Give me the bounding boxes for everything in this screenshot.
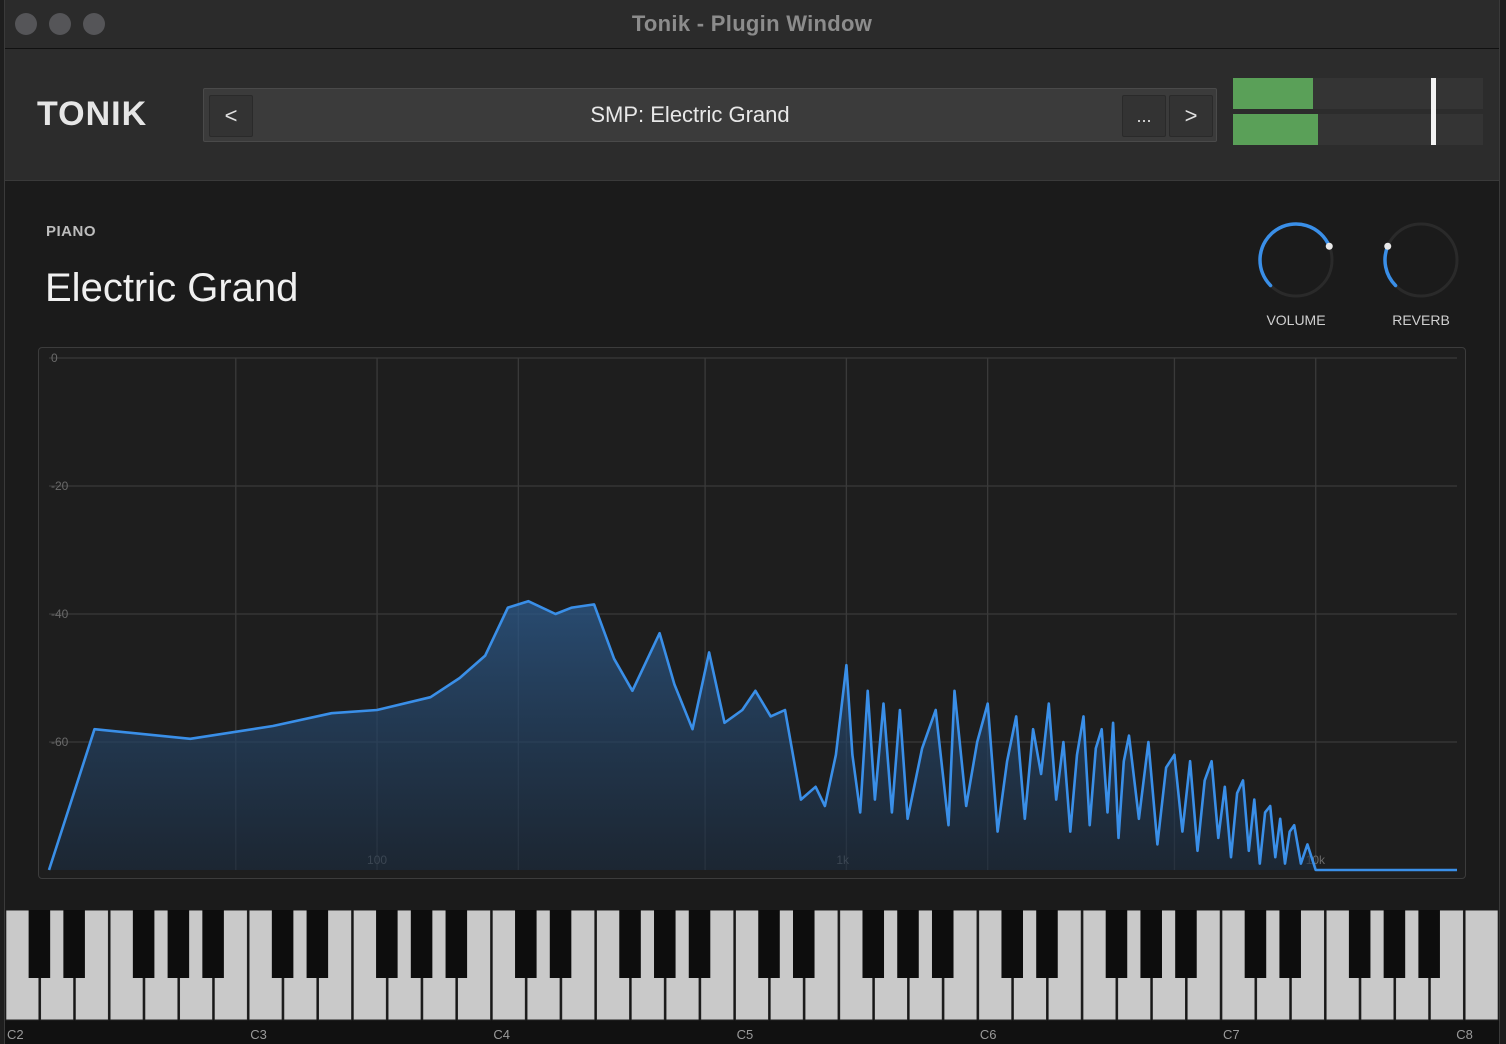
- black-key[interactable]: [654, 910, 676, 978]
- black-key[interactable]: [306, 910, 329, 978]
- black-key[interactable]: [792, 910, 815, 978]
- volume-knob[interactable]: [1254, 218, 1338, 302]
- black-key[interactable]: [1140, 910, 1162, 978]
- instrument-category: PIANO: [46, 223, 97, 240]
- titlebar: Tonik - Plugin Window: [5, 0, 1499, 49]
- black-key[interactable]: [1001, 910, 1024, 978]
- black-key[interactable]: [549, 910, 572, 978]
- black-key[interactable]: [862, 910, 885, 978]
- instrument-name: Electric Grand: [45, 266, 299, 310]
- black-key[interactable]: [410, 910, 433, 978]
- output-level-meter: [1233, 78, 1483, 146]
- right-meter-fill: [1233, 114, 1318, 145]
- octave-label: C5: [737, 1027, 754, 1042]
- plugin-window: Tonik - Plugin Window TONIK < SMP: Elect…: [4, 0, 1500, 1044]
- volume-knob-indicator: [1325, 242, 1333, 250]
- reverb-knob-indicator: [1384, 242, 1392, 250]
- black-key[interactable]: [1418, 910, 1440, 978]
- black-key[interactable]: [1105, 910, 1128, 978]
- octave-label: C2: [7, 1027, 24, 1042]
- window-title: Tonik - Plugin Window: [631, 11, 873, 36]
- black-key[interactable]: [619, 910, 641, 978]
- reverb-knob[interactable]: [1379, 218, 1463, 302]
- piano-keyboard[interactable]: C2 C3 C4 C5 C6 C7 C8: [5, 910, 1499, 1044]
- tonik-logo: TONIK: [37, 95, 148, 133]
- black-key[interactable]: [132, 910, 155, 978]
- black-key[interactable]: [271, 910, 294, 978]
- black-key[interactable]: [688, 910, 711, 978]
- black-key[interactable]: [897, 910, 919, 978]
- octave-label: C7: [1223, 1027, 1240, 1042]
- black-key[interactable]: [376, 910, 398, 978]
- plugin-header: TONIK < SMP: Electric Grand ... >: [5, 49, 1499, 181]
- black-key[interactable]: [1279, 910, 1301, 978]
- octave-label: C4: [493, 1027, 510, 1042]
- black-key[interactable]: [758, 910, 780, 978]
- volume-knob-arc: [1258, 222, 1332, 288]
- black-key[interactable]: [1348, 910, 1371, 978]
- preset-menu-button[interactable]: ...: [1122, 95, 1166, 137]
- black-key[interactable]: [28, 910, 51, 978]
- black-key[interactable]: [515, 910, 537, 978]
- octave-label: C6: [980, 1027, 997, 1042]
- preset-name[interactable]: SMP: Electric Grand: [264, 102, 1116, 128]
- black-key[interactable]: [63, 910, 85, 978]
- black-key[interactable]: [1244, 910, 1267, 978]
- next-preset-button[interactable]: >: [1169, 95, 1213, 137]
- white-key[interactable]: [1464, 910, 1499, 1021]
- y-tick-label: -40: [51, 607, 69, 621]
- black-key[interactable]: [202, 910, 224, 978]
- black-key[interactable]: [1175, 910, 1197, 978]
- black-key[interactable]: [931, 910, 954, 978]
- right-channel-meter: [1233, 114, 1483, 145]
- volume-label: VOLUME: [1266, 312, 1326, 328]
- spectrum-analyzer: 0-20-40-601001k10k: [38, 347, 1466, 879]
- y-tick-label: -60: [51, 735, 69, 749]
- black-key[interactable]: [1036, 910, 1058, 978]
- left-channel-meter: [1233, 78, 1483, 109]
- reverb-knob-arc: [1383, 244, 1398, 288]
- black-key[interactable]: [445, 910, 468, 978]
- y-tick-label: -20: [51, 479, 69, 493]
- reverb-label: REVERB: [1392, 312, 1450, 328]
- left-meter-fill: [1233, 78, 1313, 109]
- preset-selector: < SMP: Electric Grand ... >: [203, 88, 1217, 142]
- previous-preset-button[interactable]: <: [209, 95, 253, 137]
- black-key[interactable]: [167, 910, 190, 978]
- octave-label: C3: [250, 1027, 267, 1042]
- black-key[interactable]: [1383, 910, 1406, 978]
- peak-hold-marker: [1430, 78, 1436, 145]
- octave-label: C8: [1456, 1027, 1473, 1042]
- y-tick-label: 0: [51, 351, 58, 365]
